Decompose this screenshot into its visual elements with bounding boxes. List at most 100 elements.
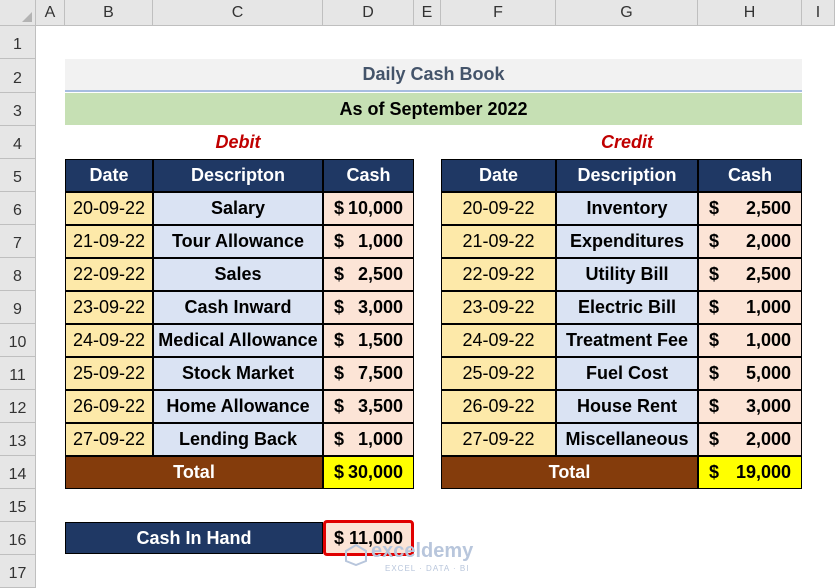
row-header-12[interactable]: 12 bbox=[0, 390, 36, 423]
sheet-subtitle[interactable]: As of September 2022 bbox=[65, 93, 802, 125]
credit-date-cell[interactable]: 22-09-22 bbox=[441, 258, 556, 291]
credit-header-cash[interactable]: Cash bbox=[698, 159, 802, 192]
credit-description-cell[interactable]: Expenditures bbox=[556, 225, 698, 258]
row-header-11[interactable]: 11 bbox=[0, 357, 36, 390]
debit-date-cell[interactable]: 20-09-22 bbox=[65, 192, 153, 225]
credit-date-cell[interactable]: 24-09-22 bbox=[441, 324, 556, 357]
debit-cash-cell[interactable]: $1,500 bbox=[323, 324, 414, 357]
credit-cash-cell[interactable]: $2,000 bbox=[698, 225, 802, 258]
column-header-c[interactable]: C bbox=[153, 0, 323, 26]
column-header-f[interactable]: F bbox=[441, 0, 556, 26]
row-header-5[interactable]: 5 bbox=[0, 159, 36, 192]
row-header-2[interactable]: 2 bbox=[0, 59, 36, 93]
credit-label[interactable]: Credit bbox=[556, 126, 698, 158]
currency-symbol: $ bbox=[709, 396, 720, 416]
credit-cash-cell[interactable]: $1,000 bbox=[698, 291, 802, 324]
credit-total-label[interactable]: Total bbox=[441, 456, 698, 489]
debit-cash-cell[interactable]: $2,500 bbox=[323, 258, 414, 291]
credit-description-cell[interactable]: Treatment Fee bbox=[556, 324, 698, 357]
debit-description-cell[interactable]: Cash Inward bbox=[153, 291, 323, 324]
sheet-title[interactable]: Daily Cash Book bbox=[65, 59, 802, 92]
credit-cash-cell[interactable]: $2,500 bbox=[698, 192, 802, 225]
debit-total-label[interactable]: Total bbox=[65, 456, 323, 489]
debit-cash-amount: 1,000 bbox=[357, 429, 403, 449]
credit-description-cell[interactable]: Inventory bbox=[556, 192, 698, 225]
debit-description-cell[interactable]: Stock Market bbox=[153, 357, 323, 390]
debit-cash-cell[interactable]: $7,500 bbox=[323, 357, 414, 390]
credit-total-value[interactable]: $19,000 bbox=[698, 456, 802, 489]
column-header-a[interactable]: A bbox=[36, 0, 65, 26]
credit-description-cell[interactable]: Electric Bill bbox=[556, 291, 698, 324]
debit-date-cell[interactable]: 24-09-22 bbox=[65, 324, 153, 357]
currency-symbol: $ bbox=[709, 429, 720, 449]
currency-symbol: $ bbox=[709, 198, 720, 218]
debit-description-cell[interactable]: Tour Allowance bbox=[153, 225, 323, 258]
row-header-7[interactable]: 7 bbox=[0, 225, 36, 258]
column-header-i[interactable]: I bbox=[802, 0, 835, 26]
row-header-15[interactable]: 15 bbox=[0, 489, 36, 522]
debit-description-cell[interactable]: Salary bbox=[153, 192, 323, 225]
row-header-6[interactable]: 6 bbox=[0, 192, 36, 225]
currency-symbol: $ bbox=[334, 330, 345, 350]
debit-date-cell[interactable]: 21-09-22 bbox=[65, 225, 153, 258]
debit-description-cell[interactable]: Lending Back bbox=[153, 423, 323, 456]
column-header-e[interactable]: E bbox=[414, 0, 441, 26]
column-header-g[interactable]: G bbox=[556, 0, 698, 26]
select-all-corner[interactable] bbox=[0, 0, 36, 26]
credit-header-date[interactable]: Date bbox=[441, 159, 556, 192]
credit-date-cell[interactable]: 27-09-22 bbox=[441, 423, 556, 456]
row-header-3[interactable]: 3 bbox=[0, 93, 36, 126]
debit-cash-cell[interactable]: $3,000 bbox=[323, 291, 414, 324]
credit-description-cell[interactable]: Utility Bill bbox=[556, 258, 698, 291]
column-header-d[interactable]: D bbox=[323, 0, 414, 26]
credit-date-cell[interactable]: 21-09-22 bbox=[441, 225, 556, 258]
cash-in-hand-label[interactable]: Cash In Hand bbox=[65, 522, 323, 554]
row-header-13[interactable]: 13 bbox=[0, 423, 36, 456]
row-header-14[interactable]: 14 bbox=[0, 456, 36, 489]
credit-date-cell[interactable]: 25-09-22 bbox=[441, 357, 556, 390]
credit-cash-cell[interactable]: $3,000 bbox=[698, 390, 802, 423]
debit-cash-amount: 3,000 bbox=[357, 297, 403, 317]
column-header-h[interactable]: H bbox=[698, 0, 802, 26]
debit-total-value[interactable]: $30,000 bbox=[323, 456, 414, 489]
currency-symbol: $ bbox=[334, 429, 345, 449]
credit-header-description[interactable]: Description bbox=[556, 159, 698, 192]
debit-header-date[interactable]: Date bbox=[65, 159, 153, 192]
row-header-8[interactable]: 8 bbox=[0, 258, 36, 291]
credit-cash-cell[interactable]: $2,500 bbox=[698, 258, 802, 291]
debit-description-cell[interactable]: Sales bbox=[153, 258, 323, 291]
debit-header-description[interactable]: Descripton bbox=[153, 159, 323, 192]
row-header-16[interactable]: 16 bbox=[0, 522, 36, 555]
debit-date-cell[interactable]: 26-09-22 bbox=[65, 390, 153, 423]
credit-description-cell[interactable]: Fuel Cost bbox=[556, 357, 698, 390]
debit-description-cell[interactable]: Home Allowance bbox=[153, 390, 323, 423]
row-header-4[interactable]: 4 bbox=[0, 126, 36, 159]
credit-description-cell[interactable]: House Rent bbox=[556, 390, 698, 423]
debit-cash-cell[interactable]: $10,000 bbox=[323, 192, 414, 225]
debit-label[interactable]: Debit bbox=[153, 126, 323, 158]
column-header-b[interactable]: B bbox=[65, 0, 153, 26]
debit-date-cell[interactable]: 27-09-22 bbox=[65, 423, 153, 456]
watermark-name: exceldemy bbox=[371, 540, 474, 562]
debit-description-cell[interactable]: Medical Allowance bbox=[153, 324, 323, 357]
credit-cash-amount: 2,500 bbox=[745, 198, 791, 218]
row-header-1[interactable]: 1 bbox=[0, 26, 36, 59]
credit-date-cell[interactable]: 20-09-22 bbox=[441, 192, 556, 225]
credit-description-cell[interactable]: Miscellaneous bbox=[556, 423, 698, 456]
debit-header-cash[interactable]: Cash bbox=[323, 159, 414, 192]
debit-date-cell[interactable]: 25-09-22 bbox=[65, 357, 153, 390]
currency-symbol: $ bbox=[334, 363, 345, 383]
debit-date-cell[interactable]: 22-09-22 bbox=[65, 258, 153, 291]
credit-cash-cell[interactable]: $1,000 bbox=[698, 324, 802, 357]
credit-date-cell[interactable]: 23-09-22 bbox=[441, 291, 556, 324]
credit-date-cell[interactable]: 26-09-22 bbox=[441, 390, 556, 423]
debit-date-cell[interactable]: 23-09-22 bbox=[65, 291, 153, 324]
row-header-9[interactable]: 9 bbox=[0, 291, 36, 324]
debit-cash-cell[interactable]: $3,500 bbox=[323, 390, 414, 423]
debit-cash-cell[interactable]: $1,000 bbox=[323, 423, 414, 456]
credit-cash-cell[interactable]: $5,000 bbox=[698, 357, 802, 390]
credit-cash-cell[interactable]: $2,000 bbox=[698, 423, 802, 456]
row-header-10[interactable]: 10 bbox=[0, 324, 36, 357]
row-header-17[interactable]: 17 bbox=[0, 555, 36, 588]
debit-cash-cell[interactable]: $1,000 bbox=[323, 225, 414, 258]
